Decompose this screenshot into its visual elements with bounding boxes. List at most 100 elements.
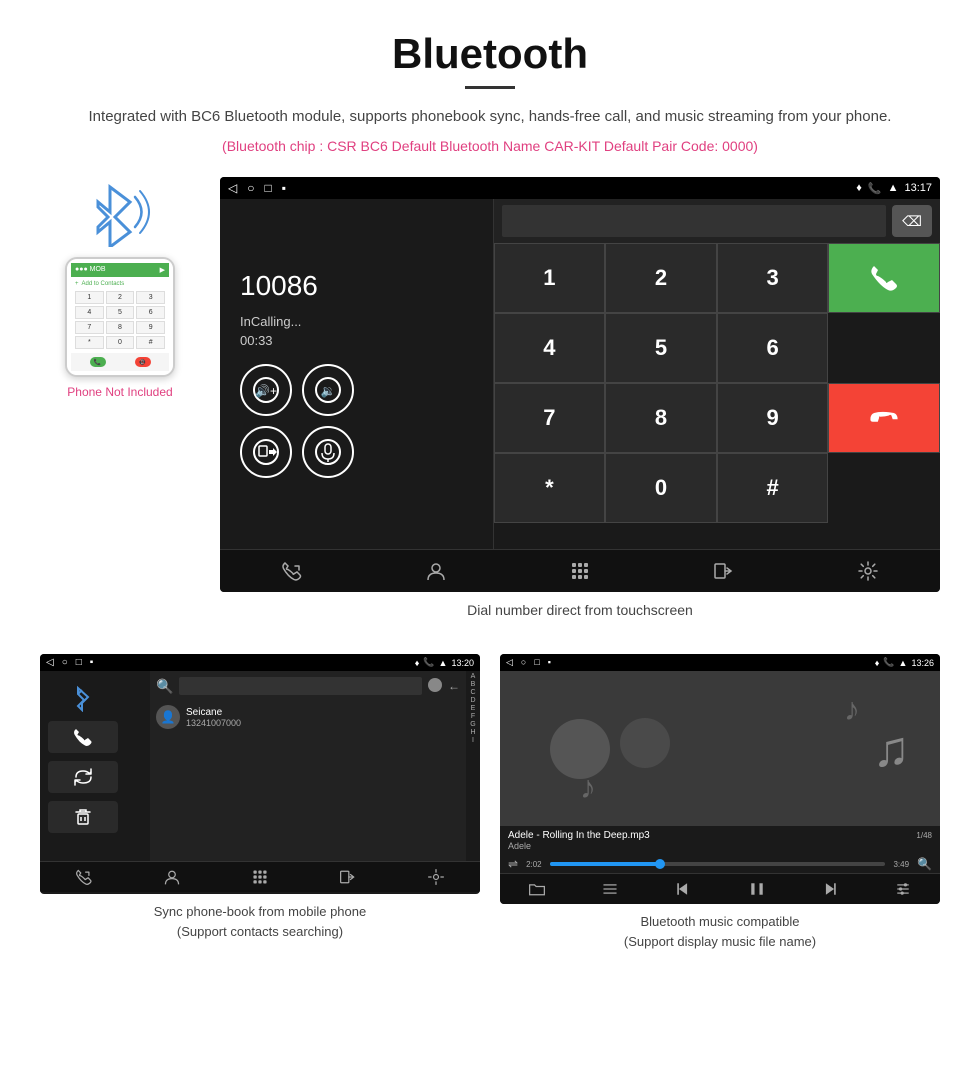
music-song-name: Adele - Rolling In the Deep.mp3 bbox=[508, 830, 650, 841]
pb-bottom-bar bbox=[40, 861, 480, 892]
dialpad-key-6[interactable]: 6 bbox=[717, 313, 829, 383]
music-controls-row: ⇌ 2:02 3:49 🔍 bbox=[500, 855, 940, 873]
phone-key: 5 bbox=[106, 306, 135, 319]
pb-recent-icon: □ bbox=[76, 657, 82, 668]
transfer-btn[interactable] bbox=[240, 426, 292, 478]
pb-contact-name: Seicane bbox=[186, 707, 241, 718]
pb-slider bbox=[428, 678, 442, 692]
pb-bottom-settings[interactable] bbox=[427, 868, 445, 886]
phone-side: ●●● MOB▶ +Add to Contacts 1 2 3 4 5 6 7 … bbox=[40, 177, 200, 399]
pb-alpha-i: I bbox=[472, 737, 474, 744]
page-header: Bluetooth Integrated with BC6 Bluetooth … bbox=[0, 0, 980, 167]
phone-bottom-bar: 📞 📵 bbox=[71, 353, 169, 371]
phone-top-bar: ●●● MOB▶ bbox=[71, 263, 169, 277]
music-home-icon: ○ bbox=[521, 657, 526, 668]
music-eq-icon[interactable] bbox=[894, 880, 912, 898]
notification-icon: ▪ bbox=[282, 181, 286, 195]
phone-signal-icon: 📞 bbox=[868, 182, 882, 195]
call-button-red[interactable] bbox=[828, 383, 940, 453]
pb-search-bar[interactable] bbox=[179, 677, 422, 695]
phone-key: 8 bbox=[106, 321, 135, 334]
pb-contact-item[interactable]: 👤 Seicane 13241007000 bbox=[156, 701, 460, 733]
volume-up-btn[interactable]: 🔊+ bbox=[240, 364, 292, 416]
pb-bottom-dialpad[interactable] bbox=[251, 868, 269, 886]
pb-contact-number: 13241007000 bbox=[186, 718, 241, 728]
svg-text:🔊+: 🔊+ bbox=[255, 383, 277, 398]
pb-alpha-g: G bbox=[470, 721, 475, 728]
bottom-dialpad-icon[interactable] bbox=[569, 560, 591, 582]
dialpad-key-hash[interactable]: # bbox=[717, 453, 829, 523]
dial-caption: Dial number direct from touchscreen bbox=[220, 602, 940, 618]
phonebook-caption: Sync phone-book from mobile phone(Suppor… bbox=[154, 902, 366, 941]
dialpad-key-7[interactable]: 7 bbox=[494, 383, 606, 453]
car-main-area: 10086 InCalling... 00:33 🔊+ bbox=[220, 199, 940, 549]
svg-text:🔉: 🔉 bbox=[321, 384, 336, 398]
bottom-contacts-icon[interactable] bbox=[425, 560, 447, 582]
music-progress-bar[interactable] bbox=[550, 862, 886, 866]
phone-key: 4 bbox=[75, 306, 104, 319]
shuffle-icon[interactable]: ⇌ bbox=[508, 857, 518, 871]
music-folder-icon[interactable] bbox=[528, 880, 546, 898]
dialpad-key-5[interactable]: 5 bbox=[605, 313, 717, 383]
music-progress-fill bbox=[550, 862, 661, 866]
bottom-transfer-icon[interactable] bbox=[713, 560, 735, 582]
pb-wifi-icon: ▲ bbox=[439, 658, 448, 668]
location-icon: ♦ bbox=[856, 182, 862, 194]
music-list-icon[interactable] bbox=[601, 880, 619, 898]
pb-call-btn[interactable] bbox=[48, 721, 118, 753]
dialpad-key-1[interactable]: 1 bbox=[494, 243, 606, 313]
music-info: Adele - Rolling In the Deep.mp3 1/48 Ade… bbox=[500, 826, 940, 855]
microphone-btn[interactable] bbox=[302, 426, 354, 478]
backspace-button[interactable]: ⌫ bbox=[892, 205, 932, 237]
music-search-icon[interactable]: 🔍 bbox=[917, 857, 932, 871]
car-status-bar: ◁ ○ □ ▪ ♦ 📞 ▲ 13:17 bbox=[220, 177, 940, 199]
pb-bottom-calls[interactable] bbox=[75, 868, 93, 886]
phone-end-btn: 📵 bbox=[135, 357, 151, 367]
wifi-icon: ▲ bbox=[888, 182, 899, 194]
music-bottom-bar bbox=[500, 873, 940, 904]
dialpad-key-9[interactable]: 9 bbox=[717, 383, 829, 453]
music-time: 13:26 bbox=[911, 658, 934, 668]
music-caption-text: Bluetooth music compatible(Support displ… bbox=[624, 914, 816, 949]
music-track: 1/48 bbox=[916, 831, 932, 840]
dialpad-key-star[interactable]: * bbox=[494, 453, 606, 523]
bluetooth-graphic bbox=[80, 177, 160, 247]
pb-alpha-c: C bbox=[470, 689, 475, 696]
pb-bottom-contacts[interactable] bbox=[163, 868, 181, 886]
music-time-total: 3:49 bbox=[893, 860, 909, 869]
dialpad-key-4[interactable]: 4 bbox=[494, 313, 606, 383]
music-caption: Bluetooth music compatible(Support displ… bbox=[624, 912, 816, 951]
music-status-right: ♦ 📞 ▲ 13:26 bbox=[875, 657, 934, 668]
music-circle-2 bbox=[620, 718, 670, 768]
music-prev-icon[interactable] bbox=[674, 880, 692, 898]
phone-mockup: ●●● MOB▶ +Add to Contacts 1 2 3 4 5 6 7 … bbox=[65, 257, 175, 377]
music-play-pause-icon[interactable] bbox=[748, 880, 766, 898]
pb-back-btn[interactable]: ← bbox=[448, 679, 460, 693]
music-info-row: Adele - Rolling In the Deep.mp3 1/48 bbox=[508, 830, 932, 841]
bottom-settings-icon[interactable] bbox=[857, 560, 879, 582]
volume-down-btn[interactable]: 🔉 bbox=[302, 364, 354, 416]
pb-delete-btn[interactable] bbox=[48, 801, 118, 833]
pb-bottom-transfer[interactable] bbox=[339, 868, 357, 886]
phonebook-screen: ◁ ○ □ ▪ ♦ 📞 ▲ 13:20 bbox=[40, 654, 480, 894]
bottom-calls-icon[interactable] bbox=[281, 560, 303, 582]
phone-key: * bbox=[75, 336, 104, 349]
title-divider bbox=[465, 86, 515, 89]
call-button-green[interactable] bbox=[828, 243, 940, 313]
phone-content: +Add to Contacts 1 2 3 4 5 6 7 8 9 * 0 bbox=[71, 277, 169, 353]
pb-sync-btn[interactable] bbox=[48, 761, 118, 793]
pb-alpha-e: E bbox=[471, 705, 476, 712]
music-album-art: ♪ ♫ ♪ bbox=[500, 671, 940, 826]
music-time-current: 2:02 bbox=[526, 860, 542, 869]
car-call-controls: 🔊+ 🔉 bbox=[240, 364, 354, 478]
music-next-icon[interactable] bbox=[821, 880, 839, 898]
dialpad-input-field[interactable] bbox=[502, 205, 886, 237]
music-note-sm: ♪ bbox=[844, 691, 860, 728]
music-recent-icon: □ bbox=[534, 657, 539, 668]
dialpad-area: ⌫ 1 2 3 bbox=[494, 199, 940, 549]
dialpad-key-8[interactable]: 8 bbox=[605, 383, 717, 453]
dialpad-key-0[interactable]: 0 bbox=[605, 453, 717, 523]
music-phone-icon: 📞 bbox=[883, 657, 894, 668]
dialpad-key-3[interactable]: 3 bbox=[717, 243, 829, 313]
dialpad-key-2[interactable]: 2 bbox=[605, 243, 717, 313]
